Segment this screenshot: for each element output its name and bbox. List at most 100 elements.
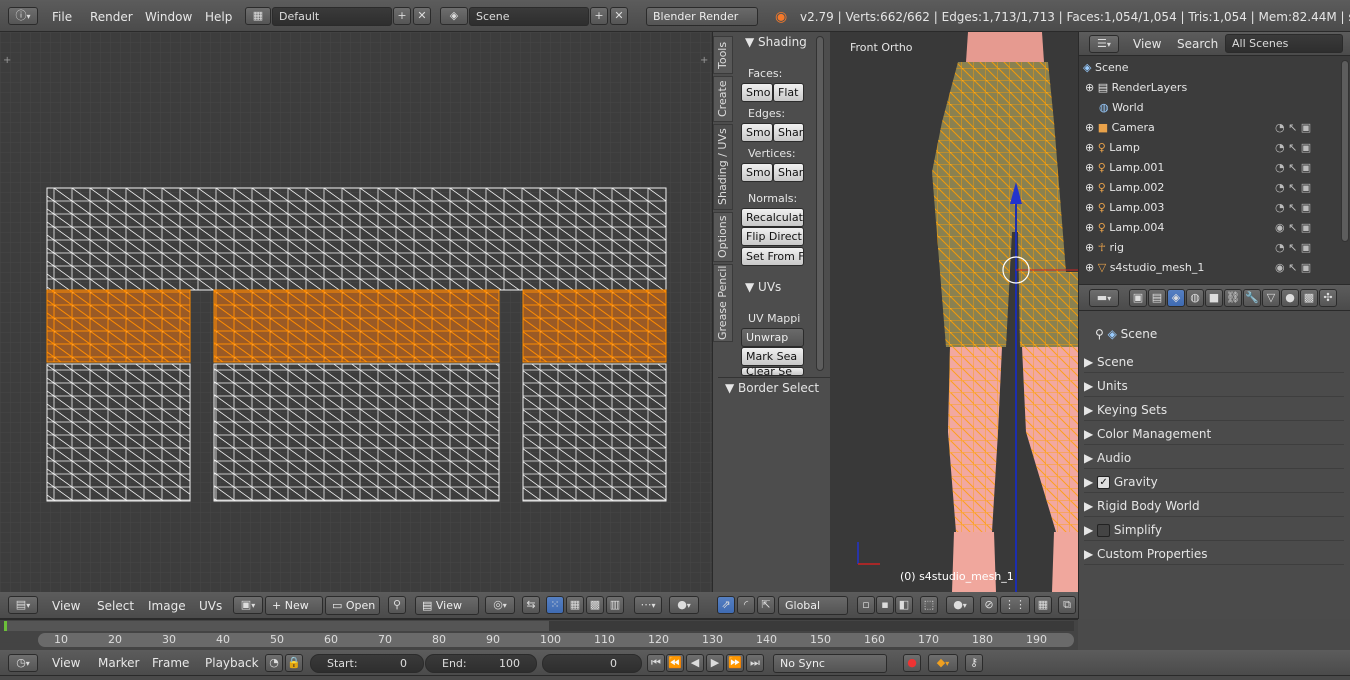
rotate-manipulator-icon[interactable]: ◜ — [737, 596, 755, 614]
scene-field[interactable]: Scene — [469, 7, 589, 26]
proportional-edit-icon[interactable]: ●▾ — [946, 596, 974, 614]
tab-grease-pencil[interactable]: Grease Pencil — [713, 264, 733, 342]
jump-end-icon[interactable]: ⏭ — [746, 654, 764, 672]
visibility-eye-icon[interactable]: ◔ ↖ ▣ — [1275, 238, 1335, 258]
edges-smooth-button[interactable]: Smo — [741, 123, 773, 142]
world-tab-icon[interactable]: ◍ — [1186, 289, 1204, 307]
viewport-3d[interactable]: Front Ortho (0) s4studio_mesh_1 — [830, 32, 1078, 592]
outliner-menu-view[interactable]: View — [1133, 37, 1161, 51]
scene-tab-icon[interactable]: ◈ — [1167, 289, 1185, 307]
mark-seam-button[interactable]: Mark Sea — [741, 347, 804, 366]
timeline-editor-icon[interactable]: ◷▾ — [8, 654, 38, 672]
visibility-eye-icon[interactable]: ◔ ↖ ▣ — [1275, 138, 1335, 158]
unwrap-select[interactable]: Unwrap — [741, 328, 804, 347]
panel-custom-properties[interactable]: ▶ Custom Properties — [1084, 543, 1344, 565]
menu-file[interactable]: File — [52, 0, 72, 30]
image-browse-icon[interactable]: ▣▾ — [233, 596, 263, 614]
editor-type-icon[interactable]: ▤▾ — [8, 596, 38, 614]
open-image-button[interactable]: ▭ Open — [325, 596, 380, 615]
visibility-eye-icon[interactable]: ◉ ↖ ▣ — [1275, 218, 1335, 238]
start-frame-field[interactable]: Start: 0 — [310, 654, 424, 673]
vertex-select-icon[interactable]: ⁙ — [546, 596, 564, 614]
texture-tab-icon[interactable]: ▩ — [1300, 289, 1318, 307]
panel-color-management[interactable]: ▶ Color Management — [1084, 423, 1344, 445]
data-tab-icon[interactable]: ▽ — [1262, 289, 1280, 307]
panel-audio[interactable]: ▶ Audio — [1084, 447, 1344, 469]
outliner-item[interactable]: ◈ Scene — [1083, 58, 1338, 78]
timeline-menu-marker[interactable]: Marker — [98, 646, 139, 676]
timeline-menu-playback[interactable]: Playback — [205, 646, 259, 676]
character-mesh[interactable] — [830, 32, 1078, 592]
sync-selection-icon[interactable]: ⇆ — [522, 596, 540, 614]
jump-keyframe-back-icon[interactable]: ⏪ — [666, 654, 684, 672]
scene-close-icon[interactable]: ✕ — [610, 7, 628, 25]
render-preview-icon[interactable]: ▦ — [1034, 596, 1052, 614]
panel-keying-sets[interactable]: ▶ Keying Sets — [1084, 399, 1344, 421]
scene-add-icon[interactable]: + — [590, 7, 608, 25]
visibility-eye-icon[interactable]: ◉ ↖ ▣ — [1275, 258, 1335, 278]
end-frame-field[interactable]: End: 100 — [425, 654, 537, 673]
menu-help[interactable]: Help — [205, 0, 232, 30]
tab-tools[interactable]: Tools — [713, 36, 733, 74]
uv-menu-uvs[interactable]: UVs — [199, 589, 222, 619]
uv-menu-select[interactable]: Select — [97, 589, 134, 619]
snap-element-icon[interactable]: ⋮⋮ — [1000, 596, 1030, 614]
panel-gravity[interactable]: ▶ ✓ Gravity — [1084, 471, 1344, 493]
current-frame-marker[interactable] — [4, 621, 7, 631]
uvs-panel-title[interactable]: ▼ UVs — [745, 280, 781, 294]
layout-close-icon[interactable]: ✕ — [413, 7, 431, 25]
timeline-menu-frame[interactable]: Frame — [152, 646, 189, 676]
tab-create[interactable]: Create — [713, 76, 733, 122]
clear-seam-button[interactable]: Clear Se — [741, 367, 804, 376]
last-operator-panel[interactable]: ▼ Border Select — [718, 377, 830, 399]
simplify-checkbox[interactable] — [1097, 524, 1111, 537]
proportional-icon[interactable]: ●▾ — [669, 596, 699, 614]
uv-menu-view[interactable]: View — [52, 589, 80, 619]
uv-island-bottom-left[interactable] — [46, 363, 191, 502]
constraints-tab-icon[interactable]: ⛓ — [1224, 289, 1242, 307]
vertex-mode-icon[interactable]: ▫ — [857, 596, 875, 614]
view-mode-select[interactable]: ▤ View — [415, 596, 479, 615]
edge-mode-icon[interactable]: ▪ — [876, 596, 894, 614]
uv-menu-image[interactable]: Image — [148, 589, 186, 619]
gravity-checkbox[interactable]: ✓ — [1097, 476, 1111, 489]
layout-field[interactable]: Default — [272, 7, 392, 26]
play-reverse-icon[interactable]: ◀ — [686, 654, 704, 672]
particles-tab-icon[interactable]: ✣ — [1319, 289, 1337, 307]
visibility-eye-icon[interactable]: ◔ ↖ ▣ — [1275, 178, 1335, 198]
outliner-item[interactable]: ◍ World — [1099, 98, 1350, 118]
menu-render[interactable]: Render — [90, 0, 133, 30]
tab-options[interactable]: Options — [713, 212, 733, 262]
set-from-faces-button[interactable]: Set From F — [741, 247, 804, 266]
properties-editor-icon[interactable]: ▬▾ — [1089, 289, 1119, 307]
pivot-icon[interactable]: ◎▾ — [485, 596, 515, 614]
material-tab-icon[interactable]: ● — [1281, 289, 1299, 307]
pin-icon[interactable]: ⚲ — [1095, 327, 1108, 341]
jump-start-icon[interactable]: ⏮ — [647, 654, 665, 672]
flip-direction-button[interactable]: Flip Direct — [741, 227, 804, 246]
jump-keyframe-forward-icon[interactable]: ⏩ — [726, 654, 744, 672]
face-mode-icon[interactable]: ◧ — [895, 596, 913, 614]
record-icon[interactable]: ● — [903, 654, 921, 672]
pin-icon[interactable]: ⚲ — [388, 596, 406, 614]
vertices-smooth-button[interactable]: Smo — [741, 163, 773, 182]
panel-simplify[interactable]: ▶ Simplify — [1084, 519, 1344, 541]
preview-range-icon[interactable]: ◔ — [265, 654, 283, 672]
uv-island-selected-middle[interactable] — [213, 289, 500, 363]
occlude-geometry-icon[interactable]: ⬚ — [920, 596, 938, 614]
timeline-menu-view[interactable]: View — [52, 646, 80, 676]
panel-scene[interactable]: ▶ Scene — [1084, 351, 1344, 373]
lock-range-icon[interactable]: 🔒 — [285, 654, 303, 672]
visibility-eye-icon[interactable]: ◔ ↖ ▣ — [1275, 118, 1335, 138]
outliner-menu-search[interactable]: Search — [1177, 37, 1218, 51]
scale-manipulator-icon[interactable]: ⇱ — [757, 596, 775, 614]
tab-shading-uvs[interactable]: Shading / UVs — [713, 124, 733, 210]
layout-add-icon[interactable]: + — [393, 7, 411, 25]
play-icon[interactable]: ▶ — [706, 654, 724, 672]
visibility-eye-icon[interactable]: ◔ ↖ ▣ — [1275, 158, 1335, 178]
uv-island-bottom-middle[interactable] — [213, 363, 500, 502]
menu-window[interactable]: Window — [145, 0, 192, 30]
snap-icon[interactable]: ⊘ — [980, 596, 998, 614]
faces-smooth-button[interactable]: Smo — [741, 83, 773, 102]
scene-icon[interactable]: ◈ — [440, 7, 468, 25]
